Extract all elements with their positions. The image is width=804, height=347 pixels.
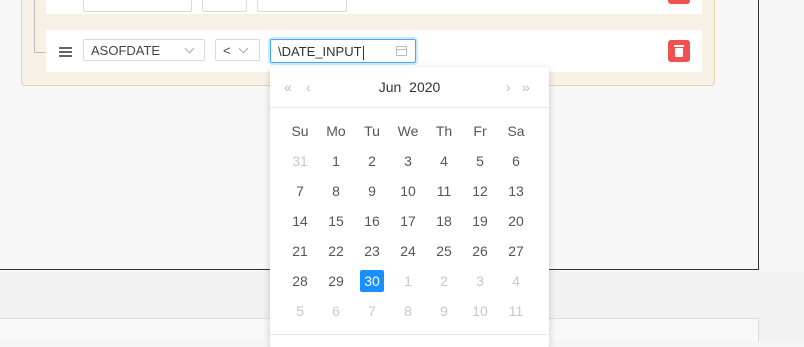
next-year-icon[interactable]: » <box>522 79 530 95</box>
day-cell[interactable]: 13 <box>504 180 528 202</box>
delete-row-button[interactable] <box>668 40 690 62</box>
day-cell[interactable]: 9 <box>432 300 456 322</box>
weekday-label: We <box>397 123 419 139</box>
weekday-label: Su <box>291 123 309 139</box>
day-cell[interactable]: 11 <box>432 180 456 202</box>
month-label[interactable]: Jun <box>379 79 402 95</box>
calendar-icon[interactable] <box>396 46 407 56</box>
day-cell[interactable]: 31 <box>288 150 312 172</box>
date-picker-header: « ‹ Jun 2020 › » <box>270 67 549 108</box>
day-cell[interactable]: 2 <box>360 150 384 172</box>
field-select[interactable]: ASOFDATE <box>83 39 205 61</box>
weekday-label: Tu <box>364 123 380 139</box>
date-picker-footer-divider <box>270 334 549 335</box>
date-picker-dropdown: « ‹ Jun 2020 › » Su Mo Tu We Th Fr Sa 31 1 2 3 4 5 6… <box>270 67 549 347</box>
day-cell[interactable]: 21 <box>288 240 312 262</box>
drag-handle-icon[interactable] <box>59 47 72 59</box>
day-cell[interactable]: 10 <box>468 300 492 322</box>
day-cell[interactable]: 3 <box>468 270 492 292</box>
day-cell[interactable]: 6 <box>324 300 348 322</box>
day-cell[interactable]: 8 <box>396 300 420 322</box>
day-cell[interactable]: 5 <box>288 300 312 322</box>
day-cell[interactable]: 3 <box>396 150 420 172</box>
text-caret <box>362 45 364 60</box>
delete-row-button-previous[interactable] <box>668 0 690 4</box>
filter-row: ASOFDATE < \DATE_INPUT <box>46 30 702 72</box>
operator-select[interactable]: < <box>215 39 260 61</box>
chevron-down-icon <box>238 43 249 54</box>
date-input-value: \DATE_INPUT <box>278 44 362 59</box>
day-cell[interactable]: 15 <box>324 210 348 232</box>
day-cell[interactable]: 17 <box>396 210 420 232</box>
weekday-label: Mo <box>326 123 346 139</box>
day-cell[interactable]: 1 <box>324 150 348 172</box>
day-cell[interactable]: 19 <box>468 210 492 232</box>
field-select-value: ASOFDATE <box>91 43 161 58</box>
day-cell[interactable]: 4 <box>504 270 528 292</box>
day-cell[interactable]: 18 <box>432 210 456 232</box>
day-cell[interactable]: 16 <box>360 210 384 232</box>
day-cell[interactable]: 5 <box>468 150 492 172</box>
date-input[interactable]: \DATE_INPUT <box>270 39 416 63</box>
day-cell[interactable]: 20 <box>504 210 528 232</box>
day-cell[interactable]: 9 <box>360 180 384 202</box>
day-cell[interactable]: 8 <box>324 180 348 202</box>
day-cell[interactable]: 2 <box>432 270 456 292</box>
day-cell[interactable]: 11 <box>504 300 528 322</box>
weekday-label: Fr <box>473 123 487 139</box>
day-cell[interactable]: 7 <box>288 180 312 202</box>
day-cell[interactable]: 29 <box>324 270 348 292</box>
field-select-previous[interactable] <box>83 0 192 12</box>
day-cell[interactable]: 14 <box>288 210 312 232</box>
day-cell[interactable]: 4 <box>432 150 456 172</box>
weekday-label: Sa <box>507 123 525 139</box>
day-cell[interactable]: 22 <box>324 240 348 262</box>
day-cell[interactable]: 28 <box>288 270 312 292</box>
day-cell[interactable]: 26 <box>468 240 492 262</box>
day-cell[interactable]: 25 <box>432 240 456 262</box>
day-cell[interactable]: 27 <box>504 240 528 262</box>
day-cell[interactable]: 7 <box>360 300 384 322</box>
day-cell-selected[interactable]: 30 <box>360 270 384 292</box>
operator-select-value: < <box>223 43 231 58</box>
day-cell[interactable]: 12 <box>468 180 492 202</box>
next-month-icon[interactable]: › <box>506 79 511 95</box>
filter-row-previous <box>46 0 702 14</box>
day-cell[interactable]: 24 <box>396 240 420 262</box>
trash-icon <box>674 45 684 57</box>
day-cell[interactable]: 23 <box>360 240 384 262</box>
day-cell[interactable]: 1 <box>396 270 420 292</box>
operator-select-previous[interactable] <box>202 0 247 12</box>
value-input-previous[interactable] <box>257 0 347 12</box>
year-label[interactable]: 2020 <box>409 79 440 95</box>
chevron-down-icon <box>184 43 195 54</box>
day-cell[interactable]: 10 <box>396 180 420 202</box>
day-cell[interactable]: 6 <box>504 150 528 172</box>
weekday-label: Th <box>435 123 453 139</box>
